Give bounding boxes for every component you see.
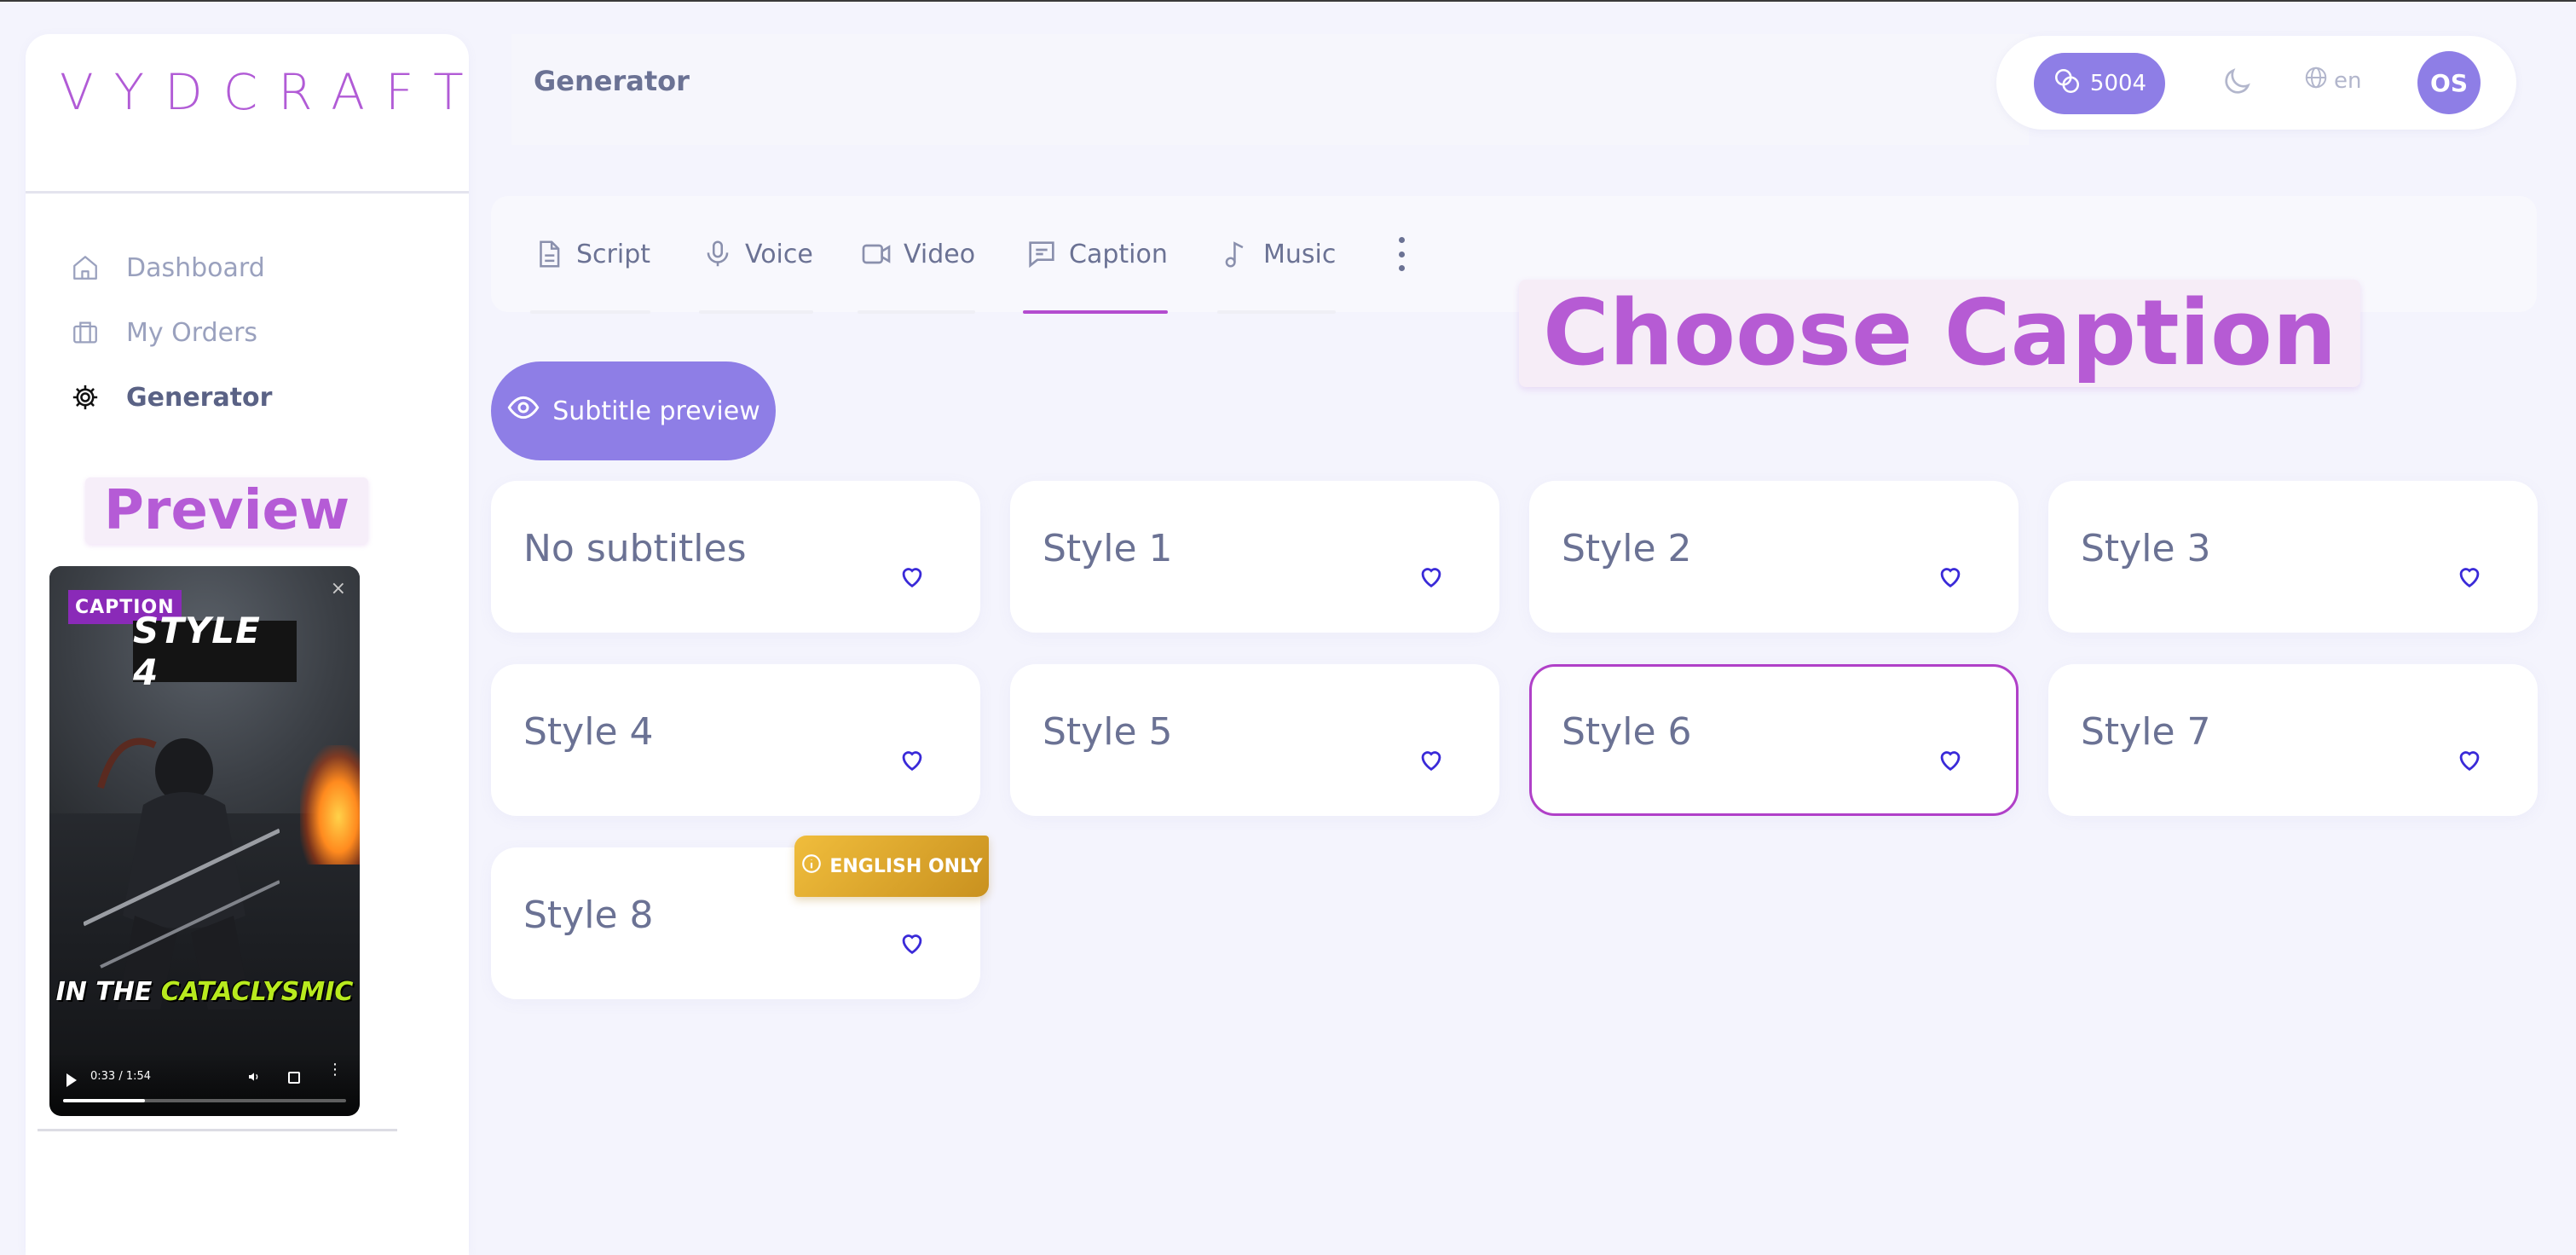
caption-style-card[interactable]: No subtitles: [491, 481, 980, 633]
caption-style-label: Style 7: [2081, 710, 2211, 754]
heart-icon[interactable]: [895, 559, 929, 593]
heart-icon[interactable]: [1933, 559, 1967, 593]
subtitle-preview-label: Subtitle preview: [552, 396, 760, 426]
tab-caption[interactable]: Caption: [1023, 196, 1168, 314]
tab-label: Script: [576, 239, 651, 269]
tab-underline: [1217, 310, 1337, 314]
home-icon: [68, 251, 102, 285]
preview-divider: [38, 1129, 397, 1131]
window-top-border: [0, 0, 2576, 2]
heart-icon[interactable]: [1414, 559, 1448, 593]
volume-icon[interactable]: [247, 1070, 261, 1087]
tab-label: Voice: [745, 239, 813, 269]
tab-underline: [858, 310, 976, 314]
video-style-title: STYLE 4: [133, 610, 297, 693]
music-note-icon: [1217, 235, 1255, 273]
microphone-icon: [699, 235, 736, 273]
tab-underline: [1023, 310, 1168, 314]
video-time: 0:33 / 1:54: [90, 1070, 152, 1083]
sidebar-item-label: Dashboard: [126, 252, 265, 283]
video-camera-icon: [858, 235, 895, 273]
heart-icon[interactable]: [895, 743, 929, 777]
language-code: en: [2334, 67, 2362, 94]
avatar[interactable]: OS: [2417, 51, 2481, 114]
sidebar-nav: Dashboard My Orders Generator: [68, 235, 443, 430]
english-only-label: ENGLISH ONLY: [829, 855, 983, 877]
document-icon: [530, 235, 568, 273]
play-icon[interactable]: [66, 1073, 77, 1087]
sidebar-item-generator[interactable]: Generator: [68, 365, 443, 430]
sidebar-item-label: My Orders: [126, 317, 258, 348]
video-subtitle-highlight: CATACLYSMIC: [160, 977, 354, 1007]
video-subtitle: IN THE CATACLYSMIC: [49, 977, 360, 1007]
caption-style-label: Style 5: [1043, 710, 1173, 754]
caption-style-label: Style 8: [523, 894, 654, 937]
caption-style-card[interactable]: Style 5: [1010, 664, 1499, 816]
caption-style-card[interactable]: Style 3: [2048, 481, 2538, 633]
caption-style-card[interactable]: Style 4: [491, 664, 980, 816]
caption-style-card-selected[interactable]: Style 6: [1529, 664, 2019, 816]
coins-icon: [2053, 67, 2082, 101]
video-progress-fill: [63, 1099, 146, 1102]
gear-icon: [68, 380, 102, 414]
info-icon: [800, 853, 823, 880]
subtitle-preview-button[interactable]: Subtitle preview: [491, 361, 776, 460]
sidebar-item-label: Generator: [126, 382, 273, 413]
caption-style-label: Style 6: [1562, 710, 1692, 754]
eye-icon: [506, 390, 540, 431]
tab-script[interactable]: Script: [530, 196, 651, 314]
english-only-badge: ENGLISH ONLY: [794, 836, 989, 897]
credits-count: 5004: [2089, 71, 2147, 96]
tab-label: Caption: [1069, 239, 1168, 269]
heart-icon[interactable]: [1414, 743, 1448, 777]
caption-style-card[interactable]: Style 7: [2048, 664, 2538, 816]
caption-style-label: No subtitles: [523, 527, 747, 570]
video-subtitle-text: IN THE: [55, 977, 161, 1007]
heart-icon[interactable]: [2452, 743, 2486, 777]
briefcase-icon: [68, 315, 102, 350]
page-title: Generator: [534, 65, 690, 97]
caption-style-label: Style 2: [1562, 527, 1692, 570]
logo: VYDCRAFT: [60, 63, 484, 121]
heart-icon[interactable]: [895, 926, 929, 960]
caption-style-label: Style 1: [1043, 527, 1173, 570]
more-vertical-icon[interactable]: [1393, 237, 1410, 271]
close-icon[interactable]: ×: [331, 578, 346, 599]
sidebar-divider: [26, 191, 469, 194]
header: Generator: [511, 34, 2029, 145]
heart-icon[interactable]: [2452, 559, 2486, 593]
sidebar-item-dashboard[interactable]: Dashboard: [68, 235, 443, 300]
video-fire: [300, 745, 360, 865]
caption-style-label: Style 4: [523, 710, 654, 754]
tab-underline: [530, 310, 651, 314]
globe-icon: [2303, 65, 2329, 96]
caption-style-card[interactable]: Style 2: [1529, 481, 2019, 633]
video-controls: 0:33 / 1:54 ⋮: [49, 1053, 360, 1116]
tab-video[interactable]: Video: [858, 196, 976, 314]
caption-style-card[interactable]: Style 1: [1010, 481, 1499, 633]
tab-underline: [699, 310, 813, 314]
fullscreen-icon[interactable]: [288, 1072, 300, 1084]
sidebar-item-my-orders[interactable]: My Orders: [68, 300, 443, 365]
caption-style-label: Style 3: [2081, 527, 2211, 570]
video-warrior-figure: [84, 737, 280, 1009]
more-vertical-icon[interactable]: ⋮: [327, 1062, 343, 1078]
choose-caption-label: Choose Caption: [1519, 280, 2361, 387]
moon-icon[interactable]: [2220, 65, 2254, 99]
heart-icon[interactable]: [1933, 743, 1967, 777]
message-icon: [1023, 235, 1060, 273]
tab-voice[interactable]: Voice: [699, 196, 813, 314]
credits-button[interactable]: 5004: [2034, 53, 2165, 114]
tab-label: Music: [1263, 239, 1337, 269]
video-progress-bar[interactable]: [63, 1099, 346, 1102]
preview-label: Preview: [85, 477, 369, 544]
language-selector[interactable]: en: [2303, 65, 2361, 96]
caption-preview-video[interactable]: CAPTION × STYLE 4 IN THE CATACLYSMIC 0:3…: [49, 566, 360, 1116]
header-actions: 5004 en OS: [1996, 36, 2516, 130]
tab-label: Video: [904, 239, 976, 269]
tab-music[interactable]: Music: [1217, 196, 1337, 314]
